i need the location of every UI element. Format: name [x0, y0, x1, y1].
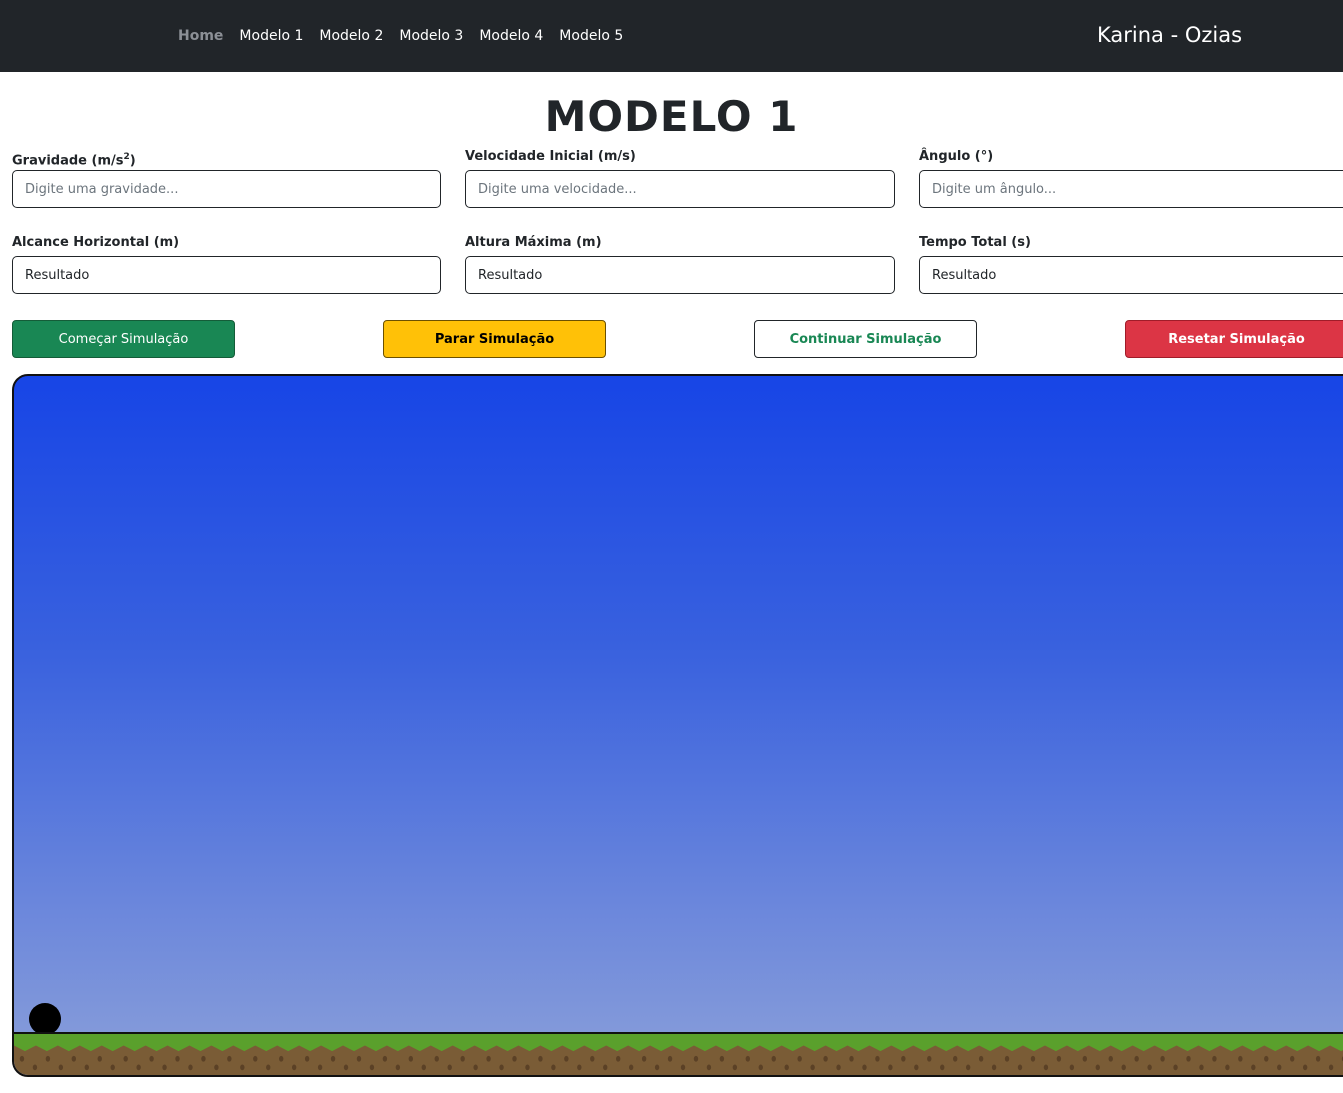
range-field: Alcance Horizontal (m)	[12, 234, 441, 294]
angle-field: Ângulo (°)	[919, 148, 1343, 208]
nav-link-modelo-4[interactable]: Modelo 4	[479, 28, 543, 44]
stop-simulation-button[interactable]: Parar Simulação	[383, 320, 606, 358]
gravity-field: Gravidade (m/s2)	[12, 148, 441, 208]
nav-link-modelo-2[interactable]: Modelo 2	[319, 28, 383, 44]
brand-name: Karina - Ozias	[1097, 23, 1243, 47]
gravity-input[interactable]	[12, 170, 441, 208]
total-time-label: Tempo Total (s)	[919, 235, 1031, 250]
max-height-label: Altura Máxima (m)	[465, 235, 602, 250]
range-output[interactable]	[12, 256, 441, 294]
velocity-label: Velocidade Inicial (m/s)	[465, 149, 636, 164]
reset-simulation-button[interactable]: Resetar Simulação	[1125, 320, 1343, 358]
nav-link-modelo-3[interactable]: Modelo 3	[399, 28, 463, 44]
gravity-label: Gravidade (m/s2)	[12, 152, 136, 169]
velocity-input[interactable]	[465, 170, 895, 208]
max-height-output[interactable]	[465, 256, 895, 294]
continue-simulation-button[interactable]: Continuar Simulação	[754, 320, 977, 358]
nav-links: Home Modelo 1 Modelo 2 Modelo 3 Modelo 4…	[178, 0, 639, 72]
angle-input[interactable]	[919, 170, 1343, 208]
nav-link-modelo-1[interactable]: Modelo 1	[239, 28, 303, 44]
nav-link-home[interactable]: Home	[178, 28, 223, 44]
projectile-ball	[29, 1003, 61, 1035]
max-height-field: Altura Máxima (m)	[465, 234, 895, 294]
start-simulation-button[interactable]: Começar Simulação	[12, 320, 235, 358]
ground-terrain	[14, 1032, 1343, 1075]
page-title: MODELO 1	[544, 92, 799, 141]
velocity-field: Velocidade Inicial (m/s)	[465, 148, 895, 208]
angle-label: Ângulo (°)	[919, 149, 994, 164]
total-time-output[interactable]	[919, 256, 1343, 294]
nav-link-modelo-5[interactable]: Modelo 5	[559, 28, 623, 44]
range-label: Alcance Horizontal (m)	[12, 235, 180, 250]
navbar: Home Modelo 1 Modelo 2 Modelo 3 Modelo 4…	[0, 0, 1343, 72]
total-time-field: Tempo Total (s)	[919, 234, 1343, 294]
simulation-canvas	[12, 374, 1343, 1077]
